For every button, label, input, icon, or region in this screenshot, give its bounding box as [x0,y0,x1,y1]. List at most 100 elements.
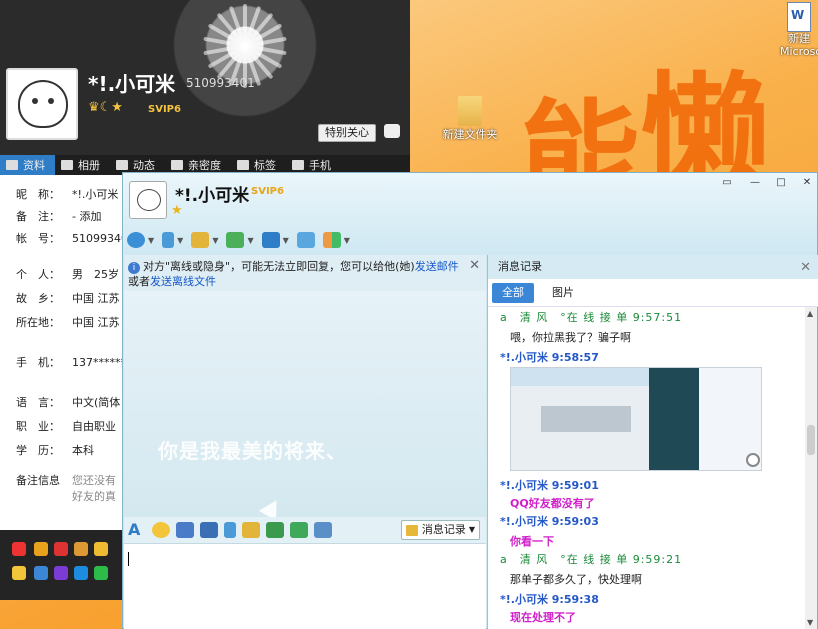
close-history-button[interactable]: ✕ [800,260,811,275]
contact-avatar[interactable] [129,181,167,219]
profile-card-icon [6,160,18,170]
tab-album[interactable]: 相册 [55,155,110,175]
font-icon[interactable]: A [128,522,146,538]
field-occupation: 职 业： 自由职业 [16,420,116,433]
contact-name[interactable]: *!.小可米 [175,181,249,206]
message-sender: *!.小可米 9:59:38 [500,593,599,606]
message-text[interactable]: QQ好友都没有了 [510,495,595,511]
word-doc-label-1: 新建 [788,32,810,45]
chat-toolbar: ▼ ▼ ▼ ▼ ▼ ▼ [127,229,358,251]
field-language: 语 言： 中文(简体 [16,396,121,409]
message-text[interactable]: 那单子都多久了，快处理啊 [510,571,642,587]
music-icon[interactable] [290,522,308,538]
special-care-button[interactable]: 特别关心 [318,124,376,142]
photo-icon [61,160,73,170]
close-button[interactable]: ✕ [799,177,815,189]
notice-text-mid: 或者 [128,275,150,288]
history-icon [405,524,418,536]
badge-icon[interactable] [34,566,48,580]
history-button-label: 消息记录 [421,523,466,536]
field-account: 帐 号： 51099340 [16,232,128,245]
history-message-list[interactable]: a 清 风 °在 线 接 单 9:57:51 喂，你拉黑我了？骗子啊 *!.小可… [488,307,806,629]
tab-profile-info[interactable]: 资料 [0,155,55,175]
message-text[interactable]: 喂，你拉黑我了？骗子啊 [510,329,631,345]
tab-label: 亲密度 [188,159,221,172]
field-hometown: 故 乡： 中国 江苏 [16,292,120,305]
contact-svip-badge[interactable]: SVIP6 [251,186,284,197]
zoom-in-icon[interactable] [746,453,760,467]
tab-label: 手机 [309,159,331,172]
profile-svip-badge[interactable]: SVIP6 [148,104,181,115]
tab-label: 动态 [133,159,155,172]
remote-desktop-icon [261,232,280,248]
shake-icon[interactable] [176,522,194,538]
field-nickname: 昵 称： *!.小可米 [16,188,119,201]
image-icon[interactable] [266,522,284,538]
add-app-button[interactable]: ▼ [226,232,254,248]
badge-icon[interactable] [94,542,108,556]
voice-message-icon[interactable] [224,522,236,538]
badge-icon[interactable] [54,542,68,556]
history-panel-title: 消息记录 [488,255,818,279]
screen-capture-icon[interactable] [200,522,218,538]
notice-text: 对方"离线或隐身"，可能无法立即回复，您可以给他(她) [143,260,415,273]
badge-icon[interactable] [12,542,26,556]
history-scrollbar[interactable]: ▲ ▼ [805,307,817,629]
field-education: 学 历： 本科 [16,444,94,457]
badge-icon[interactable] [12,566,26,580]
close-notice-button[interactable]: ✕ [469,258,480,273]
emoji-icon[interactable] [152,522,170,538]
maximize-button[interactable]: □ [773,177,789,189]
field-location: 所在地： 中国 江苏 [16,316,120,329]
scroll-up-icon[interactable]: ▲ [807,309,813,318]
tab-all[interactable]: 全部 [492,283,534,303]
badge-icon[interactable] [94,566,108,580]
badge-icon[interactable] [74,566,88,580]
desktop-new-folder[interactable]: 新建文件夹 [440,96,500,142]
remote-desktop-button[interactable]: ▼ [261,232,289,248]
profile-avatar[interactable] [6,68,78,140]
badge-icon[interactable] [34,542,48,556]
message-text[interactable]: 你看一下 [510,533,554,549]
chat-bubble-icon[interactable] [384,124,400,138]
field-remark[interactable]: 备 注： - 添加 [16,208,136,224]
video-call-button[interactable]: ▼ [127,232,154,248]
desktop-word-document-icon[interactable]: 新建 Microso [780,2,818,58]
field-mobile: 手 机： 137****** [16,356,126,369]
tag-icon [237,160,249,170]
send-email-link[interactable]: 发送邮件 [415,260,459,273]
minimize-button[interactable]: — [747,177,763,189]
message-text[interactable]: 现在处理不了 [510,609,576,625]
screen-share-icon [296,232,315,248]
chat-main-panel: i 对方"离线或隐身"，可能无法立即回复，您可以给他(她)发送邮件 或者发送离线文… [124,255,486,629]
word-doc-label-2: Microso [780,45,818,58]
tab-images[interactable]: 图片 [542,283,584,303]
scribble-icon[interactable] [242,522,260,538]
skin-button[interactable]: ▭ [719,177,735,189]
profile-qq-number: 510993401 [186,76,255,90]
field-remark-info-2: 好友的真 [72,490,116,503]
voice-call-button[interactable]: ▼ [162,232,183,248]
message-history-button[interactable]: 消息记录 ▼ [400,520,480,540]
star-icon[interactable]: ★ [171,203,183,218]
apps-grid-icon [322,232,341,248]
screenshot-icon[interactable] [314,522,332,538]
chat-header: *!.小可米 SVIP6 ★ ▭ — □ ✕ ▼ ▼ ▼ ▼ ▼ ▼ [123,173,817,255]
message-display-area[interactable]: 你是我最美的将来、 [124,291,486,517]
message-sender: *!.小可米 9:59:03 [500,515,599,528]
level-badges-icon[interactable]: ♛☾★ [88,100,123,115]
screen-share-button[interactable] [296,232,315,248]
badge-icon[interactable] [54,566,68,580]
heart-icon [171,160,183,170]
file-transfer-button[interactable]: ▼ [191,232,218,248]
video-call-icon [127,232,145,248]
message-screenshot-image[interactable] [510,367,762,471]
offline-notice: i 对方"离线或隐身"，可能无法立即回复，您可以给他(她)发送邮件 或者发送离线文… [124,255,486,291]
apps-grid-button[interactable]: ▼ [322,232,350,248]
scrollbar-thumb[interactable] [807,425,815,455]
message-input[interactable] [124,543,486,629]
send-offline-file-link[interactable]: 发送离线文件 [150,275,216,288]
scroll-down-icon[interactable]: ▼ [807,618,813,627]
message-sender: *!.小可米 9:58:57 [500,351,599,364]
badge-icon[interactable] [74,542,88,556]
